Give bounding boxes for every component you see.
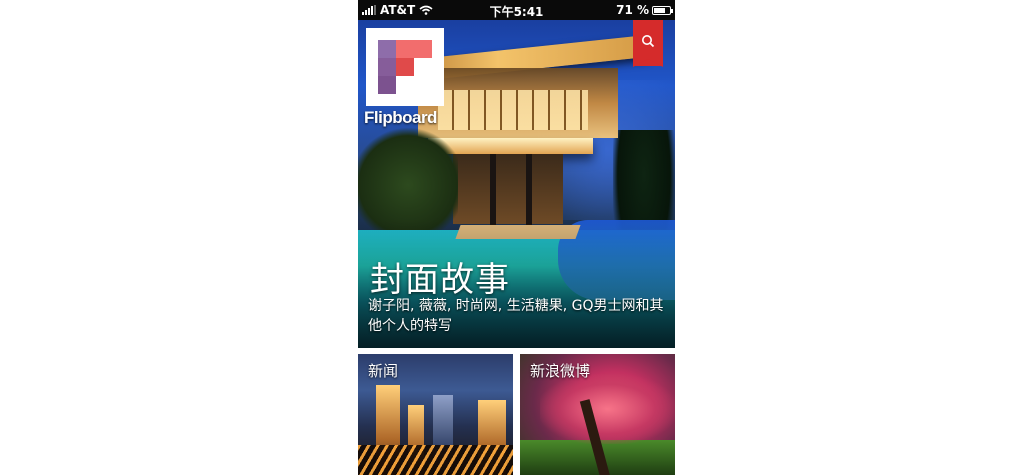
tile-news-label: 新闻 (368, 362, 399, 380)
cover-story-subtitle: 谢子阳, 薇薇, 时尚网, 生活糖果, GQ男士网和其他个人的特写 (368, 298, 664, 334)
flipboard-logo (366, 28, 444, 106)
section-tiles: 新闻 新浪微博 (358, 348, 675, 475)
status-right: 71 % (616, 3, 673, 17)
weibo-photo-canopy (540, 374, 675, 444)
cover-story-title: 封面故事 (370, 260, 510, 300)
tile-weibo-label: 新浪微博 (530, 362, 591, 380)
flipboard-f-icon (378, 40, 432, 94)
battery-icon (652, 5, 673, 15)
cover-photo-house-glass (438, 90, 588, 130)
tile-news[interactable]: 新闻 (358, 354, 513, 475)
search-icon (642, 35, 655, 48)
battery-fill (654, 7, 665, 13)
status-bar: AT&T 下午5:41 71 % (358, 0, 675, 20)
cover-photo-house-lower (453, 154, 563, 224)
battery-percent: 71 % (616, 3, 649, 17)
cover-story-tile[interactable]: Flipboard 封面故事 谢子阳, 薇薇, 时尚网, 生活糖果, GQ男士网… (358, 20, 675, 348)
flipboard-wordmark: Flipboard (364, 108, 437, 127)
tile-weibo[interactable]: 新浪微博 (520, 354, 675, 475)
search-button[interactable] (633, 20, 663, 67)
news-photo-lights (358, 445, 513, 475)
phone-screen: AT&T 下午5:41 71 % Flipboard 封面故事 谢子阳, 薇薇,… (358, 0, 675, 475)
